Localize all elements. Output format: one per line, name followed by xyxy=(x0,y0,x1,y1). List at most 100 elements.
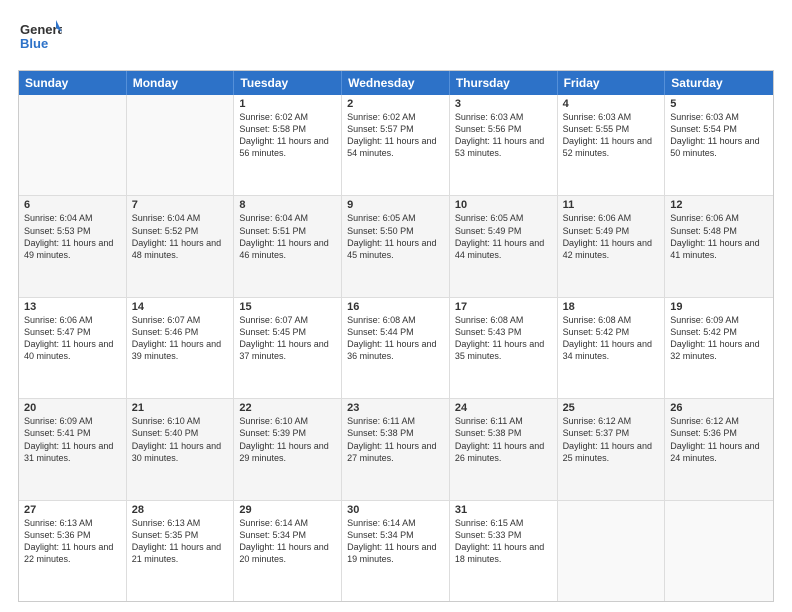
day-number: 7 xyxy=(132,199,229,211)
calendar-cell: 19Sunrise: 6:09 AM Sunset: 5:42 PM Dayli… xyxy=(665,298,773,398)
calendar-cell: 20Sunrise: 6:09 AM Sunset: 5:41 PM Dayli… xyxy=(19,399,127,499)
calendar: SundayMondayTuesdayWednesdayThursdayFrid… xyxy=(18,70,774,602)
calendar-cell: 5Sunrise: 6:03 AM Sunset: 5:54 PM Daylig… xyxy=(665,95,773,195)
day-number: 30 xyxy=(347,504,444,516)
cell-info: Sunrise: 6:06 AM Sunset: 5:49 PM Dayligh… xyxy=(563,212,660,261)
cell-info: Sunrise: 6:04 AM Sunset: 5:53 PM Dayligh… xyxy=(24,212,121,261)
day-number: 9 xyxy=(347,199,444,211)
calendar-cell: 13Sunrise: 6:06 AM Sunset: 5:47 PM Dayli… xyxy=(19,298,127,398)
calendar-cell: 17Sunrise: 6:08 AM Sunset: 5:43 PM Dayli… xyxy=(450,298,558,398)
logo: General Blue xyxy=(18,18,62,62)
cell-info: Sunrise: 6:07 AM Sunset: 5:46 PM Dayligh… xyxy=(132,314,229,363)
calendar-cell: 18Sunrise: 6:08 AM Sunset: 5:42 PM Dayli… xyxy=(558,298,666,398)
day-number: 23 xyxy=(347,402,444,414)
cell-info: Sunrise: 6:04 AM Sunset: 5:51 PM Dayligh… xyxy=(239,212,336,261)
day-number: 12 xyxy=(670,199,768,211)
cell-info: Sunrise: 6:13 AM Sunset: 5:35 PM Dayligh… xyxy=(132,517,229,566)
cell-info: Sunrise: 6:12 AM Sunset: 5:36 PM Dayligh… xyxy=(670,415,768,464)
calendar-row: 13Sunrise: 6:06 AM Sunset: 5:47 PM Dayli… xyxy=(19,298,773,399)
cell-info: Sunrise: 6:04 AM Sunset: 5:52 PM Dayligh… xyxy=(132,212,229,261)
calendar-row: 1Sunrise: 6:02 AM Sunset: 5:58 PM Daylig… xyxy=(19,95,773,196)
cell-info: Sunrise: 6:08 AM Sunset: 5:44 PM Dayligh… xyxy=(347,314,444,363)
calendar-row: 6Sunrise: 6:04 AM Sunset: 5:53 PM Daylig… xyxy=(19,196,773,297)
calendar-cell: 10Sunrise: 6:05 AM Sunset: 5:49 PM Dayli… xyxy=(450,196,558,296)
cell-info: Sunrise: 6:08 AM Sunset: 5:42 PM Dayligh… xyxy=(563,314,660,363)
weekday-header: Tuesday xyxy=(234,71,342,95)
cell-info: Sunrise: 6:05 AM Sunset: 5:50 PM Dayligh… xyxy=(347,212,444,261)
day-number: 26 xyxy=(670,402,768,414)
day-number: 22 xyxy=(239,402,336,414)
day-number: 17 xyxy=(455,301,552,313)
cell-info: Sunrise: 6:03 AM Sunset: 5:54 PM Dayligh… xyxy=(670,111,768,160)
calendar-row: 20Sunrise: 6:09 AM Sunset: 5:41 PM Dayli… xyxy=(19,399,773,500)
calendar-cell: 25Sunrise: 6:12 AM Sunset: 5:37 PM Dayli… xyxy=(558,399,666,499)
cell-info: Sunrise: 6:12 AM Sunset: 5:37 PM Dayligh… xyxy=(563,415,660,464)
cell-info: Sunrise: 6:14 AM Sunset: 5:34 PM Dayligh… xyxy=(347,517,444,566)
svg-text:Blue: Blue xyxy=(20,36,48,51)
calendar-cell xyxy=(19,95,127,195)
weekday-header: Wednesday xyxy=(342,71,450,95)
calendar-cell: 24Sunrise: 6:11 AM Sunset: 5:38 PM Dayli… xyxy=(450,399,558,499)
calendar-cell: 9Sunrise: 6:05 AM Sunset: 5:50 PM Daylig… xyxy=(342,196,450,296)
day-number: 21 xyxy=(132,402,229,414)
calendar-cell: 29Sunrise: 6:14 AM Sunset: 5:34 PM Dayli… xyxy=(234,501,342,601)
day-number: 10 xyxy=(455,199,552,211)
calendar-cell: 3Sunrise: 6:03 AM Sunset: 5:56 PM Daylig… xyxy=(450,95,558,195)
day-number: 15 xyxy=(239,301,336,313)
cell-info: Sunrise: 6:15 AM Sunset: 5:33 PM Dayligh… xyxy=(455,517,552,566)
day-number: 13 xyxy=(24,301,121,313)
cell-info: Sunrise: 6:13 AM Sunset: 5:36 PM Dayligh… xyxy=(24,517,121,566)
weekday-header: Monday xyxy=(127,71,235,95)
day-number: 8 xyxy=(239,199,336,211)
day-number: 1 xyxy=(239,98,336,110)
cell-info: Sunrise: 6:06 AM Sunset: 5:47 PM Dayligh… xyxy=(24,314,121,363)
calendar-cell: 7Sunrise: 6:04 AM Sunset: 5:52 PM Daylig… xyxy=(127,196,235,296)
day-number: 11 xyxy=(563,199,660,211)
cell-info: Sunrise: 6:06 AM Sunset: 5:48 PM Dayligh… xyxy=(670,212,768,261)
cell-info: Sunrise: 6:14 AM Sunset: 5:34 PM Dayligh… xyxy=(239,517,336,566)
cell-info: Sunrise: 6:03 AM Sunset: 5:55 PM Dayligh… xyxy=(563,111,660,160)
calendar-cell: 28Sunrise: 6:13 AM Sunset: 5:35 PM Dayli… xyxy=(127,501,235,601)
cell-info: Sunrise: 6:09 AM Sunset: 5:42 PM Dayligh… xyxy=(670,314,768,363)
header: General Blue xyxy=(18,18,774,62)
day-number: 14 xyxy=(132,301,229,313)
calendar-cell: 1Sunrise: 6:02 AM Sunset: 5:58 PM Daylig… xyxy=(234,95,342,195)
cell-info: Sunrise: 6:10 AM Sunset: 5:40 PM Dayligh… xyxy=(132,415,229,464)
calendar-cell: 14Sunrise: 6:07 AM Sunset: 5:46 PM Dayli… xyxy=(127,298,235,398)
calendar-cell: 11Sunrise: 6:06 AM Sunset: 5:49 PM Dayli… xyxy=(558,196,666,296)
calendar-cell: 15Sunrise: 6:07 AM Sunset: 5:45 PM Dayli… xyxy=(234,298,342,398)
calendar-cell: 30Sunrise: 6:14 AM Sunset: 5:34 PM Dayli… xyxy=(342,501,450,601)
day-number: 19 xyxy=(670,301,768,313)
cell-info: Sunrise: 6:02 AM Sunset: 5:57 PM Dayligh… xyxy=(347,111,444,160)
weekday-header: Friday xyxy=(558,71,666,95)
calendar-cell: 31Sunrise: 6:15 AM Sunset: 5:33 PM Dayli… xyxy=(450,501,558,601)
day-number: 29 xyxy=(239,504,336,516)
calendar-cell xyxy=(665,501,773,601)
day-number: 4 xyxy=(563,98,660,110)
logo-svg: General Blue xyxy=(18,18,62,62)
calendar-cell: 8Sunrise: 6:04 AM Sunset: 5:51 PM Daylig… xyxy=(234,196,342,296)
calendar-cell: 26Sunrise: 6:12 AM Sunset: 5:36 PM Dayli… xyxy=(665,399,773,499)
day-number: 3 xyxy=(455,98,552,110)
day-number: 16 xyxy=(347,301,444,313)
calendar-header: SundayMondayTuesdayWednesdayThursdayFrid… xyxy=(19,71,773,95)
calendar-cell xyxy=(558,501,666,601)
cell-info: Sunrise: 6:05 AM Sunset: 5:49 PM Dayligh… xyxy=(455,212,552,261)
calendar-body: 1Sunrise: 6:02 AM Sunset: 5:58 PM Daylig… xyxy=(19,95,773,601)
day-number: 20 xyxy=(24,402,121,414)
day-number: 18 xyxy=(563,301,660,313)
day-number: 31 xyxy=(455,504,552,516)
cell-info: Sunrise: 6:08 AM Sunset: 5:43 PM Dayligh… xyxy=(455,314,552,363)
calendar-cell: 27Sunrise: 6:13 AM Sunset: 5:36 PM Dayli… xyxy=(19,501,127,601)
weekday-header: Thursday xyxy=(450,71,558,95)
calendar-cell: 23Sunrise: 6:11 AM Sunset: 5:38 PM Dayli… xyxy=(342,399,450,499)
calendar-cell: 12Sunrise: 6:06 AM Sunset: 5:48 PM Dayli… xyxy=(665,196,773,296)
weekday-header: Saturday xyxy=(665,71,773,95)
calendar-page: General Blue SundayMondayTuesdayWednesda… xyxy=(0,0,792,612)
cell-info: Sunrise: 6:02 AM Sunset: 5:58 PM Dayligh… xyxy=(239,111,336,160)
calendar-cell: 22Sunrise: 6:10 AM Sunset: 5:39 PM Dayli… xyxy=(234,399,342,499)
calendar-row: 27Sunrise: 6:13 AM Sunset: 5:36 PM Dayli… xyxy=(19,501,773,601)
cell-info: Sunrise: 6:11 AM Sunset: 5:38 PM Dayligh… xyxy=(347,415,444,464)
day-number: 24 xyxy=(455,402,552,414)
cell-info: Sunrise: 6:03 AM Sunset: 5:56 PM Dayligh… xyxy=(455,111,552,160)
